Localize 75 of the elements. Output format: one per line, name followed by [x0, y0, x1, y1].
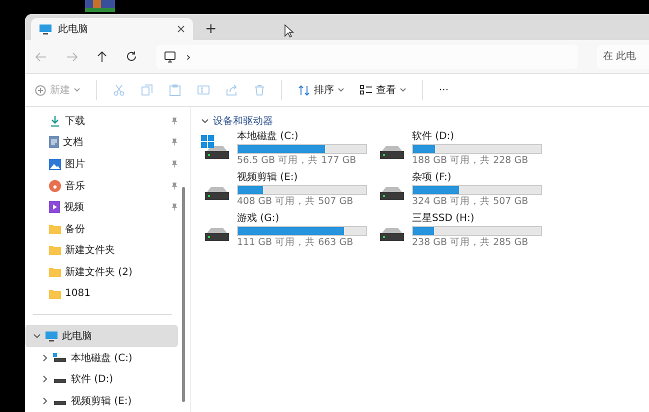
system-drive-icon	[53, 352, 67, 363]
pin-icon	[170, 116, 178, 125]
tree-item[interactable]: 软件 (D:)	[25, 368, 178, 390]
sidebar-item[interactable]: 图片	[25, 153, 178, 175]
sidebar-item[interactable]: 视频	[25, 196, 178, 218]
window-tab[interactable]: 此电脑	[31, 18, 193, 40]
drive-name[interactable]: 视频剪辑 (E:)	[237, 172, 367, 184]
clipboard-icon	[169, 84, 181, 96]
chevron-down-icon[interactable]	[201, 117, 209, 125]
sidebar-item[interactable]: 文档	[25, 132, 178, 154]
sort-icon	[298, 84, 310, 96]
tree-item[interactable]: 视频剪辑 (E:)	[25, 390, 178, 412]
section-title[interactable]: 设备和驱动器	[213, 114, 273, 128]
rename-icon	[197, 84, 210, 96]
drive-name[interactable]: 软件 (D:)	[412, 131, 542, 143]
new-tab-button[interactable]: +	[199, 18, 223, 40]
breadcrumb-separator[interactable]: ›	[186, 50, 191, 64]
chevron-right-icon[interactable]	[41, 354, 49, 362]
caret-icon	[74, 88, 80, 92]
mouse-pointer-icon	[284, 24, 294, 38]
close-icon[interactable]	[177, 25, 185, 33]
scissors-icon	[113, 84, 125, 96]
caret-icon	[400, 88, 406, 92]
plus-icon	[35, 84, 46, 96]
folder-icon	[49, 224, 61, 234]
picture-icon	[49, 158, 61, 170]
sidebar-item[interactable]: 新建文件夹 (2)	[25, 261, 178, 283]
pin-icon	[170, 138, 178, 146]
search-field[interactable]: 在 此电	[597, 44, 649, 68]
list-view-icon	[360, 85, 372, 95]
drive-name[interactable]: 杂项 (F:)	[412, 172, 542, 184]
document-icon	[49, 136, 59, 148]
sort-button[interactable]: 排序	[298, 83, 344, 97]
sidebar-item[interactable]: 下载	[25, 110, 178, 132]
download-icon	[49, 114, 61, 127]
chevron-right-icon[interactable]	[41, 397, 49, 406]
caret-icon	[338, 88, 344, 92]
free-space-text: 408 GB 可用，共 507 GB	[237, 196, 354, 208]
share-icon	[226, 84, 238, 96]
monitor-icon	[45, 330, 58, 342]
scrollbar-thumb[interactable]	[182, 187, 185, 402]
sidebar-item[interactable]: 新建文件夹	[25, 240, 178, 262]
view-button[interactable]: 查看	[360, 83, 406, 97]
up-icon[interactable]	[97, 50, 107, 62]
chevron-down-icon[interactable]	[33, 332, 41, 340]
free-space-text: 324 GB 可用，共 507 GB	[412, 196, 530, 208]
folder-icon	[49, 267, 61, 278]
chevron-right-icon[interactable]	[41, 375, 49, 384]
monitor-icon	[39, 24, 52, 34]
tree-item[interactable]: 此电脑	[25, 325, 178, 348]
free-space-text: 188 GB 可用，共 228 GB	[412, 155, 530, 167]
sidebar-item[interactable]: 1081	[25, 282, 178, 304]
more-button[interactable]: ···	[439, 84, 449, 96]
drive-name[interactable]: 本地磁盘 (C:)	[237, 131, 367, 143]
drive-name[interactable]: 三星SSD (H:)	[412, 213, 542, 225]
drive-name[interactable]: 游戏 (G:)	[237, 213, 367, 225]
trash-icon	[254, 84, 265, 96]
folder-icon	[49, 288, 61, 299]
drive-icon	[205, 146, 229, 159]
free-space-text: 56.5 GB 可用，共 177 GB	[237, 155, 358, 167]
free-space-text: 238 GB 可用，共 285 GB	[412, 237, 530, 249]
tree-item[interactable]: 本地磁盘 (C:)	[25, 347, 178, 369]
free-space-text: 111 GB 可用，共 663 GB	[237, 237, 354, 249]
folder-icon	[49, 245, 61, 256]
pin-icon	[170, 182, 178, 190]
video-icon	[49, 201, 60, 214]
music-icon	[49, 180, 61, 192]
monitor-icon	[164, 50, 176, 62]
address-bar[interactable]: ›	[156, 44, 578, 68]
pin-icon	[170, 203, 178, 212]
pin-icon	[170, 160, 178, 168]
copy-icon	[141, 84, 153, 96]
refresh-icon[interactable]	[126, 51, 137, 62]
sidebar-item[interactable]: 音乐	[25, 174, 178, 196]
sidebar-item[interactable]: 备份	[25, 218, 178, 240]
